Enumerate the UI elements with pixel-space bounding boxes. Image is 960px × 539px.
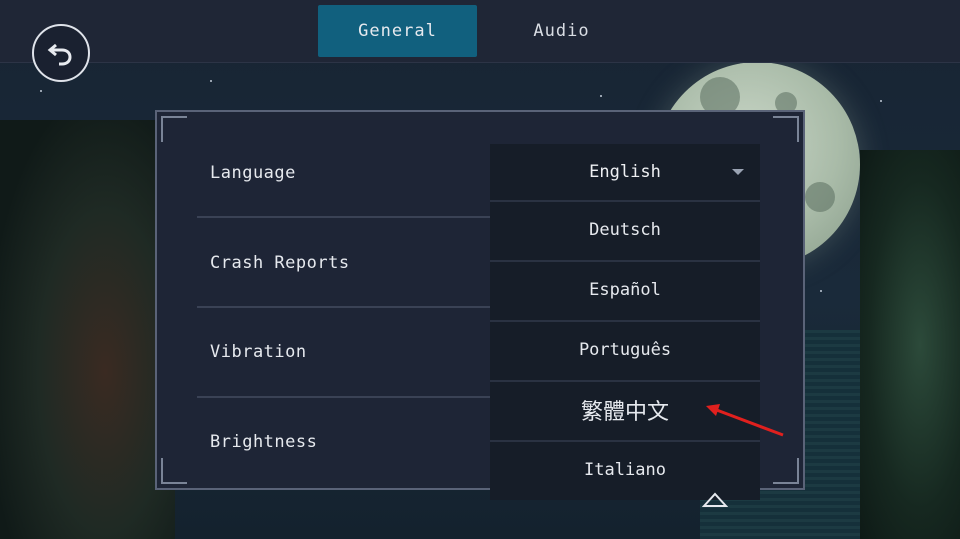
cliff-right: [860, 150, 960, 539]
tab-audio[interactable]: Audio: [482, 5, 641, 57]
option-label: Português: [578, 340, 672, 360]
language-selected-value: English: [589, 162, 661, 182]
language-dropdown[interactable]: English Deutsch Español Português 繁體中文 I…: [490, 144, 760, 500]
chevron-up-icon[interactable]: [702, 490, 728, 508]
tab-audio-label: Audio: [533, 21, 590, 41]
language-option-espanol[interactable]: Español: [490, 260, 760, 318]
option-label: Deutsch: [589, 220, 661, 240]
tab-general-label: General: [358, 21, 437, 41]
row-divider: [197, 216, 497, 218]
forest-left: [0, 120, 175, 539]
panel-corner-ornament: [161, 116, 187, 142]
undo-arrow-icon: [47, 43, 72, 66]
setting-label-brightness: Brightness: [210, 432, 318, 452]
setting-label-crash-reports: Crash Reports: [210, 253, 350, 273]
setting-row-brightness[interactable]: Brightness: [197, 398, 497, 486]
option-label: Español: [589, 280, 661, 300]
annotation-arrow-icon: [706, 404, 784, 437]
option-label: 繁體中文: [580, 400, 669, 425]
panel-corner-ornament: [773, 458, 799, 484]
panel-corner-ornament: [773, 116, 799, 142]
language-option-portugues[interactable]: Português: [490, 320, 760, 378]
option-label: Italiano: [584, 460, 666, 480]
setting-row-language[interactable]: Language: [197, 129, 497, 217]
setting-label-vibration: Vibration: [210, 342, 307, 362]
caret-down-icon: [732, 169, 744, 175]
setting-row-vibration[interactable]: Vibration: [197, 308, 497, 396]
language-selected[interactable]: English: [490, 144, 760, 200]
language-option-deutsch[interactable]: Deutsch: [490, 200, 760, 258]
tab-general[interactable]: General: [318, 5, 477, 57]
top-bar: General Audio: [0, 0, 960, 63]
setting-row-crash-reports[interactable]: Crash Reports: [197, 219, 497, 307]
setting-label-language: Language: [210, 163, 296, 183]
back-button[interactable]: [32, 24, 90, 82]
panel-corner-ornament: [161, 458, 187, 484]
